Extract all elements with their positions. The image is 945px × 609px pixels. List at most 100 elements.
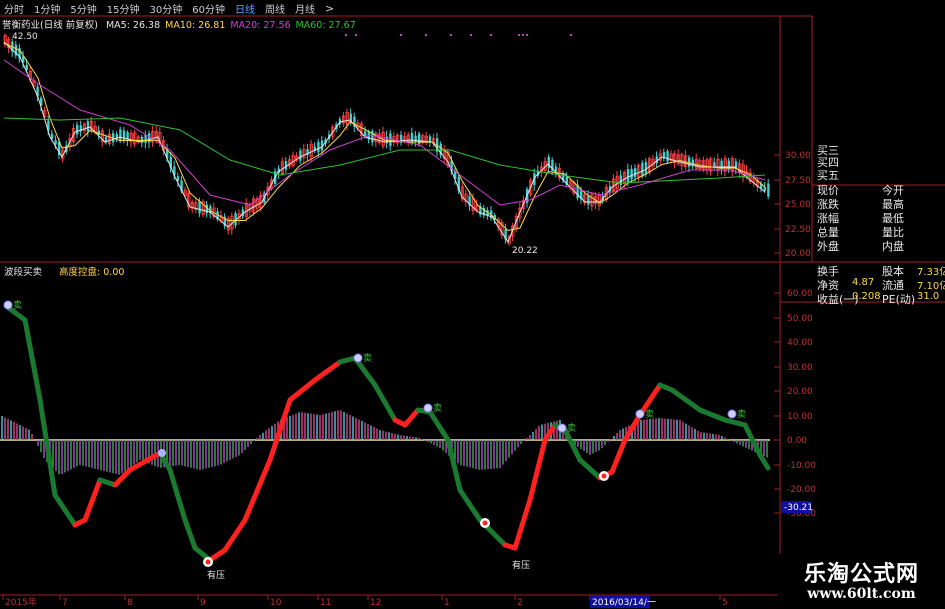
wave-segment	[512, 497, 533, 551]
candle-body	[122, 130, 126, 141]
quote-value: 7.10亿	[917, 281, 945, 292]
watermark-title: 乐淘公式网	[803, 562, 919, 587]
watermark: 乐淘公式网 www.60lt.com	[778, 554, 945, 609]
moving-average-lines	[3, 41, 766, 244]
ind-tick-label: 20.00	[787, 387, 813, 397]
quote-label: 外盘	[817, 240, 839, 253]
sell-signal-icon	[727, 409, 737, 419]
candle-body	[666, 151, 669, 162]
signal-dot-icon	[158, 449, 166, 457]
candle-body	[86, 121, 90, 131]
candle-body	[54, 140, 57, 145]
quote-value: 31.0	[917, 291, 940, 302]
current-value: -30.21	[784, 503, 813, 513]
sell-signal-label: 卖	[13, 300, 22, 311]
top-signal-dot	[490, 34, 492, 36]
pressure-label-1: 有压	[207, 569, 225, 581]
candle-body	[299, 150, 302, 161]
wave-segment	[427, 409, 451, 443]
candle-body	[634, 168, 637, 177]
candle-body	[641, 162, 644, 177]
price-tick-label: 27.50	[785, 176, 811, 186]
candle-body	[619, 175, 622, 186]
date-tick-label: 7	[62, 598, 68, 608]
wave-segment	[577, 457, 603, 481]
pressure-label-2: 有压	[512, 559, 530, 571]
ma-line-0	[3, 41, 766, 244]
candle-body	[126, 132, 129, 141]
watermark-url: www.60lt.com	[807, 586, 916, 602]
ind-tick-label: 40.00	[787, 338, 813, 348]
ind-tick-label: -20.00	[787, 485, 816, 495]
ind-tick-label: 30.00	[787, 363, 813, 373]
date-tick-label: 11	[320, 598, 331, 608]
wave-segment	[52, 492, 78, 528]
date-tick-label: 12	[370, 598, 381, 608]
wave-segment	[167, 467, 188, 523]
top-signal-dot	[470, 34, 472, 36]
ind-tick-label: 0.00	[787, 436, 807, 446]
sell-signal-icon	[557, 423, 567, 433]
quote-label: PE(动)	[882, 293, 916, 306]
date-tick-label: 10	[270, 598, 282, 608]
wave-segment	[402, 407, 421, 428]
wave-segment	[609, 437, 628, 475]
wave-segment	[312, 359, 343, 383]
low-price-label: 20.22	[512, 246, 538, 256]
candle-body	[176, 176, 180, 181]
sell-signal-label: 卖	[645, 409, 654, 420]
candle-body	[317, 142, 320, 153]
wave-segment	[457, 487, 483, 523]
quote-label: 内盘	[882, 240, 904, 253]
buy-signal-dot	[482, 520, 488, 526]
candle-body	[630, 168, 633, 180]
top-signal-dot	[425, 34, 427, 36]
wave-segment	[222, 517, 248, 553]
candle-body	[688, 157, 691, 167]
stock-chart[interactable]: 30.0027.5025.0022.5020.00 60.0050.0040.0…	[0, 0, 945, 609]
sell-signal-icon	[3, 300, 13, 310]
wave-segment	[22, 317, 43, 403]
buy-signal-dot	[205, 559, 211, 565]
top-signal-dot	[345, 34, 347, 36]
high-price-label: 42.50	[12, 32, 38, 42]
buy-signal-dot	[601, 473, 607, 479]
wave-segment	[527, 437, 548, 503]
sell-signal-label: 卖	[737, 409, 746, 420]
candle-body	[763, 186, 766, 191]
wave-segment	[722, 417, 748, 428]
date-tick-label: 2	[517, 598, 523, 608]
top-signal-dot	[518, 34, 520, 36]
candle-body	[284, 161, 288, 170]
sell-signal-label: 卖	[363, 353, 372, 364]
candle-body	[767, 183, 770, 197]
candle-body	[587, 195, 590, 205]
wave-segment	[207, 547, 228, 563]
date-tick-label: 1	[444, 598, 450, 608]
sell-signal-label: 卖	[433, 403, 442, 414]
sell-signal-icon	[635, 409, 645, 419]
wave-segment	[372, 382, 398, 423]
wave-segment	[287, 377, 318, 403]
date-tick-label: 5	[722, 598, 728, 608]
price-tick-label: 22.50	[785, 225, 811, 235]
date-tick-label: 9	[200, 598, 206, 608]
indicator-bars	[0, 410, 770, 475]
top-signal-dot	[450, 34, 452, 36]
quote-value: 7.33亿	[917, 267, 945, 278]
candle-body	[626, 169, 630, 183]
candlesticks	[3, 33, 770, 246]
ind-tick-label: 50.00	[787, 314, 813, 324]
ind-tick-label: 10.00	[787, 412, 813, 422]
price-tick-label: 20.00	[785, 249, 811, 259]
quote-value: 4.87	[852, 277, 875, 288]
candle-body	[119, 129, 122, 142]
sell-signal-icon	[353, 353, 363, 363]
ask-level-2: 买五	[817, 169, 839, 182]
wave-segment	[242, 457, 273, 523]
wave-segment	[669, 387, 703, 413]
top-signal-dot	[400, 34, 402, 36]
date-tick-label: 8	[127, 598, 133, 608]
date-axis: 2015年 7 8 9 10 11 12 1 2 2016/03/14/一 5	[2, 595, 728, 608]
price-tick-label: 25.00	[785, 200, 811, 210]
